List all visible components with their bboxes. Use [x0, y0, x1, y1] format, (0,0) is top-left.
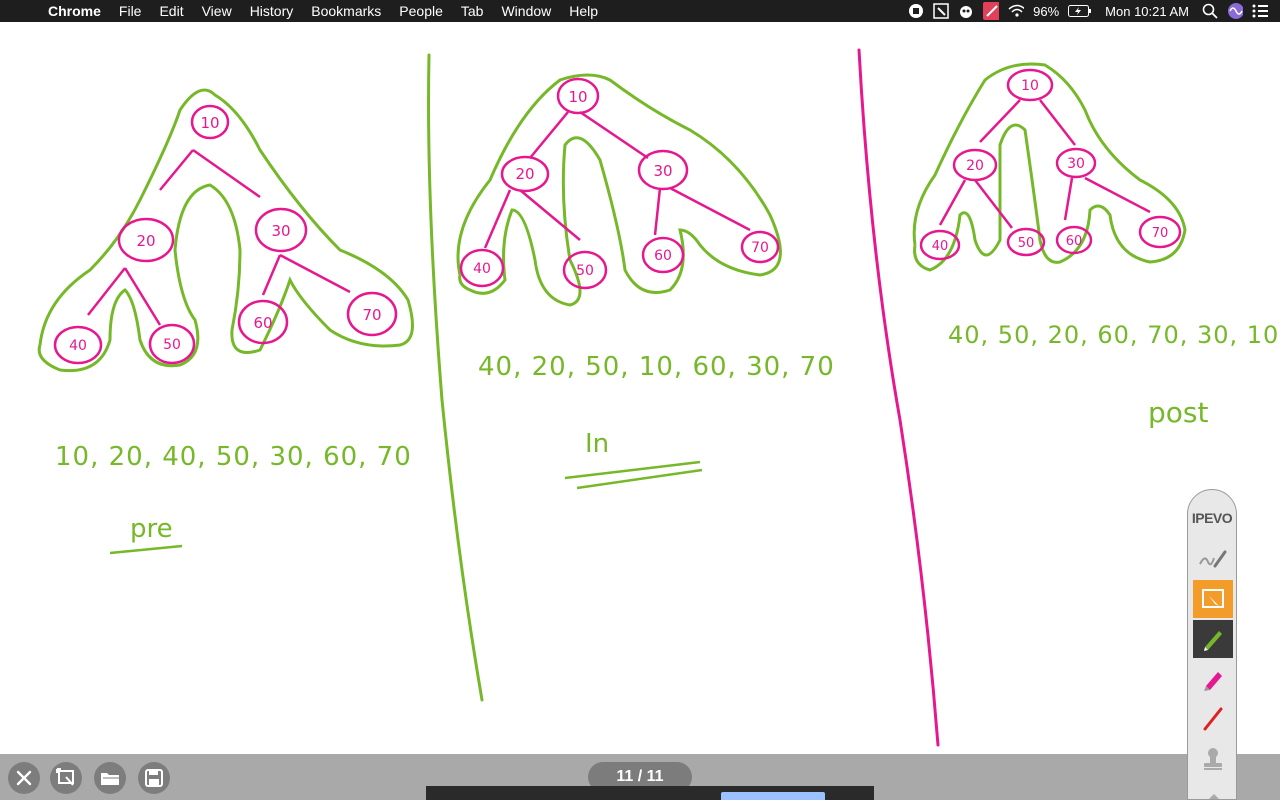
menu-view[interactable]: View	[193, 0, 241, 22]
divider-line-2	[857, 48, 940, 747]
svg-text:40: 40	[69, 338, 87, 354]
traversal-label-postorder: post	[1148, 396, 1208, 429]
spotlight-search-icon[interactable]	[1202, 3, 1218, 19]
traversal-label-preorder: pre	[130, 514, 173, 544]
menu-file[interactable]: File	[110, 0, 151, 22]
siri-icon[interactable]	[1227, 3, 1243, 19]
tree-node: 50	[148, 323, 196, 365]
svg-text:70: 70	[751, 240, 769, 256]
tree-node: 30	[637, 149, 689, 191]
svg-text:50: 50	[576, 263, 594, 279]
open-folder-icon[interactable]	[94, 762, 126, 794]
tree-node: 10	[190, 104, 230, 140]
traversal-sequence-postorder: 40, 50, 20, 60, 70, 30, 10	[948, 321, 1279, 349]
tree-node: 20	[500, 155, 550, 193]
svg-text:50: 50	[1018, 236, 1035, 251]
record-icon[interactable]	[908, 3, 924, 19]
menu-window[interactable]: Window	[492, 0, 560, 22]
svg-text:20: 20	[515, 165, 534, 183]
dock-active-item[interactable]	[721, 792, 825, 800]
menu-edit[interactable]: Edit	[150, 0, 192, 22]
tree-node: 60	[1055, 225, 1093, 255]
dock-strip	[426, 786, 874, 800]
tree-node: 70	[346, 291, 398, 337]
svg-text:70: 70	[1152, 226, 1169, 241]
save-icon[interactable]	[138, 762, 170, 794]
pink-highlighter-icon[interactable]	[1193, 660, 1233, 698]
raccoon-app-icon[interactable]	[958, 3, 974, 19]
battery-icon[interactable]	[1068, 3, 1092, 19]
svg-text:70: 70	[362, 306, 381, 324]
annotate-app-icon[interactable]	[983, 2, 1000, 20]
tree-node: 30	[254, 207, 308, 253]
svg-text:60: 60	[253, 314, 272, 332]
label-underline	[576, 468, 703, 490]
tree-node: 30	[1055, 147, 1097, 179]
eraser-icon[interactable]	[1193, 780, 1233, 799]
tree-node: 10	[1006, 68, 1054, 102]
bottom-toolbar: 11 / 11	[0, 754, 1280, 800]
menu-bookmarks[interactable]: Bookmarks	[302, 0, 390, 22]
label-underline	[109, 544, 183, 555]
red-line-icon[interactable]	[1193, 700, 1233, 738]
traversal-sequence-inorder: 40, 20, 50, 10, 60, 30, 70	[478, 352, 835, 382]
svg-text:30: 30	[1067, 156, 1085, 172]
tree-node: 50	[562, 250, 608, 290]
tree-node: 60	[641, 236, 685, 274]
clock[interactable]: Mon 10:21 AM	[1101, 4, 1193, 19]
traversal-label-inorder: In	[585, 429, 609, 459]
green-pen-icon[interactable]	[1193, 620, 1233, 658]
svg-text:40: 40	[473, 261, 491, 277]
screen-capture-icon[interactable]	[1193, 580, 1233, 618]
wifi-icon[interactable]	[1008, 3, 1025, 19]
tree-node: 40	[459, 248, 505, 288]
battery-percent: 96%	[1033, 3, 1060, 19]
svg-text:20: 20	[136, 232, 155, 250]
svg-text:30: 30	[653, 162, 672, 180]
new-page-icon[interactable]	[50, 762, 82, 794]
tree-node: 70	[1138, 215, 1182, 249]
tree-node: 40	[53, 325, 103, 365]
svg-text:60: 60	[654, 248, 672, 264]
svg-text:40: 40	[932, 239, 949, 254]
svg-text:10: 10	[1021, 78, 1039, 94]
tree-node: 10	[556, 77, 600, 115]
scribble-icon[interactable]	[1193, 540, 1233, 578]
selection-tool-icon[interactable]	[933, 3, 949, 19]
tree-node: 60	[237, 299, 289, 345]
svg-text:60: 60	[1066, 234, 1083, 249]
notification-center-icon[interactable]	[1252, 3, 1268, 19]
menu-bar: Chrome File Edit View History Bookmarks …	[0, 0, 1280, 22]
tree-node: 70	[740, 230, 780, 264]
close-icon[interactable]	[8, 762, 40, 794]
svg-text:30: 30	[271, 222, 290, 240]
svg-text:20: 20	[966, 158, 984, 174]
tree-node: 20	[117, 217, 175, 263]
menu-people[interactable]: People	[390, 0, 452, 22]
tree-node: 20	[952, 148, 998, 182]
menu-help[interactable]: Help	[560, 0, 607, 22]
traversal-sequence-preorder: 10, 20, 40, 50, 30, 60, 70	[55, 442, 412, 472]
svg-text:10: 10	[200, 114, 219, 132]
ipevo-toolbar: IPEVO	[1187, 489, 1237, 800]
svg-text:10: 10	[568, 88, 587, 106]
whiteboard-canvas[interactable]: 10 20 30 40 50 60 70 10, 20, 40, 50, 30,…	[0, 22, 1280, 754]
menu-tab[interactable]: Tab	[452, 0, 493, 22]
tree-node: 50	[1006, 227, 1046, 257]
svg-text:50: 50	[163, 337, 181, 353]
ipevo-logo: IPEVO	[1191, 510, 1233, 526]
menu-history[interactable]: History	[241, 0, 303, 22]
traversal-path	[456, 73, 782, 307]
label-underline	[564, 460, 701, 480]
menu-app-name[interactable]: Chrome	[40, 0, 110, 22]
tree-diagram-inorder	[456, 73, 782, 307]
divider-line-1	[427, 53, 484, 702]
stamp-icon[interactable]	[1193, 740, 1233, 778]
